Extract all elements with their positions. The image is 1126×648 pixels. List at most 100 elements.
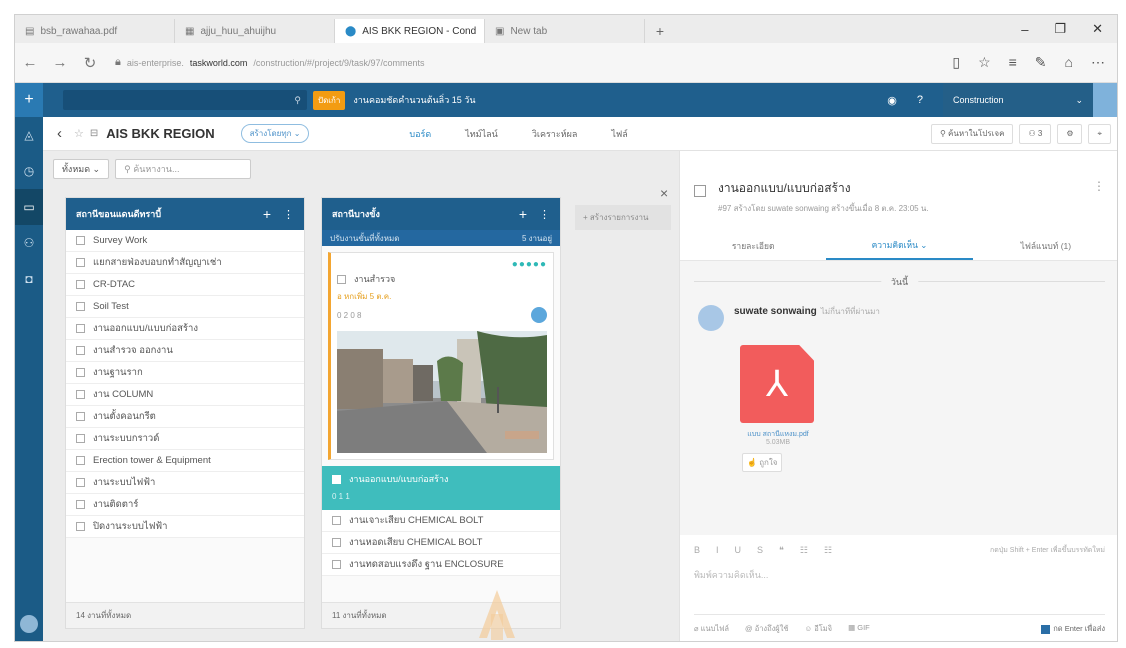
tab-files[interactable]: ไฟล์: [611, 127, 627, 141]
notification-icon[interactable]: ◬: [15, 117, 43, 153]
add-icon[interactable]: +: [15, 83, 43, 117]
members-button[interactable]: ⚇ 3: [1019, 123, 1052, 144]
list-item[interactable]: งานสำรวจ ออกงาน: [66, 340, 304, 362]
reading-view-icon[interactable]: ▯: [952, 54, 960, 71]
task-card[interactable]: ●●●●● งานสำรวจ อ หกเพิ่ม 5 ต.ค. 0 2 0 8: [328, 252, 554, 460]
project-search-button[interactable]: ⚲ ค้นหาในโปรเจค: [930, 123, 1014, 144]
list-item[interactable]: งานหอดเสียบ CHEMICAL BOLT: [322, 532, 560, 554]
notice-text[interactable]: งานคอมชัดคำนวนต้นลิ่ว 15 วัน: [353, 93, 475, 107]
more-icon[interactable]: ⋯: [1091, 54, 1105, 71]
task-checkbox[interactable]: [76, 412, 85, 421]
more-vertical-icon[interactable]: ⋮: [1093, 179, 1105, 215]
tab-board[interactable]: บอร์ด: [409, 127, 431, 141]
task-checkbox[interactable]: [76, 500, 85, 509]
list-item[interactable]: ปิดงานระบบไฟฟ้า: [66, 516, 304, 538]
task-complete-checkbox[interactable]: [694, 185, 706, 197]
task-checkbox[interactable]: [76, 368, 85, 377]
url-field[interactable]: 🔒︎ ais-enterprise. taskworld.com/construc…: [115, 56, 425, 69]
clock-icon[interactable]: ◷: [15, 153, 43, 189]
back-chevron-icon[interactable]: ‹: [57, 125, 62, 142]
enter-to-send-toggle[interactable]: กด Enter เพื่อส่ง: [1041, 623, 1105, 635]
list-item[interactable]: งานออกแบบ/แบบก่อสร้าง: [66, 318, 304, 340]
projects-icon[interactable]: ▭: [15, 189, 43, 225]
browser-tab[interactable]: ▦ ajju_huu_ahuijhu: [175, 19, 335, 43]
more-vertical-icon[interactable]: ⋮: [539, 208, 550, 221]
comment-input[interactable]: พิมพ์ความคิดเห็น...: [680, 566, 1117, 584]
task-checkbox[interactable]: [76, 434, 85, 443]
task-checkbox[interactable]: [76, 478, 85, 487]
task-title[interactable]: งานออกแบบ/แบบก่อสร้าง: [718, 179, 929, 198]
share-icon[interactable]: ⌂: [1065, 54, 1073, 71]
task-checkbox[interactable]: [332, 538, 341, 547]
tab-comments[interactable]: ความคิดเห็น ⌄: [826, 231, 973, 260]
list-title[interactable]: สถานีขอนแดนดีทราบี้: [76, 207, 161, 221]
maximize-button[interactable]: ❐: [1054, 21, 1066, 37]
italic-button[interactable]: I: [716, 545, 719, 556]
task-checkbox[interactable]: [337, 274, 346, 284]
minimize-button[interactable]: –: [1021, 22, 1028, 37]
bullet-list-button[interactable]: ☷: [800, 545, 808, 556]
new-tab-button[interactable]: +: [645, 19, 675, 43]
people-icon[interactable]: ⚇: [15, 225, 43, 261]
task-checkbox[interactable]: [76, 346, 85, 355]
gif-button[interactable]: ▦ GIF: [848, 623, 870, 635]
street-photo[interactable]: [337, 331, 547, 453]
underline-button[interactable]: U: [735, 545, 742, 556]
tab-analytics[interactable]: วิเคราะห์ผล: [532, 127, 578, 141]
back-arrow-icon[interactable]: ←: [15, 54, 45, 71]
avatar[interactable]: [20, 615, 38, 633]
task-checkbox[interactable]: [76, 522, 85, 531]
task-checkbox[interactable]: [332, 516, 341, 525]
global-search-input[interactable]: ⚲: [63, 90, 307, 110]
project-status-pill[interactable]: สร้างโดยทุก ⌄: [240, 124, 310, 143]
favorite-star-icon[interactable]: ☆: [978, 54, 991, 71]
list-item[interactable]: งานระบบกราวด์: [66, 428, 304, 450]
list-item[interactable]: งานติดตาร์: [66, 494, 304, 516]
task-checkbox[interactable]: [332, 474, 341, 484]
commenter-name[interactable]: suwate sonwaing: [734, 306, 817, 317]
notice-badge[interactable]: ปัดเก้า: [313, 90, 346, 110]
refresh-icon[interactable]: ↻: [75, 54, 105, 72]
help-icon[interactable]: ?: [917, 94, 923, 106]
highlighted-task-card[interactable]: งานออกแบบ/แบบก่อสร้าง 0 1 1: [322, 466, 560, 510]
list-item[interactable]: CR-DTAC: [66, 274, 304, 296]
chat-icon[interactable]: ◘: [15, 261, 43, 297]
list-item[interactable]: Erection tower & Equipment: [66, 450, 304, 472]
notes-icon[interactable]: ✎: [1035, 54, 1047, 71]
task-checkbox[interactable]: [76, 390, 85, 399]
browser-tab[interactable]: ▣ New tab: [485, 19, 645, 43]
list-item[interactable]: งานระบบไฟฟ้า: [66, 472, 304, 494]
task-checkbox[interactable]: [76, 302, 85, 311]
task-checkbox[interactable]: [76, 236, 85, 245]
tab-timeline[interactable]: ไทม์ไลน์: [465, 127, 498, 141]
forward-arrow-icon[interactable]: →: [45, 54, 75, 71]
add-list-button[interactable]: + สร้างรายการงาน: [575, 205, 671, 230]
settings-button[interactable]: ⚙: [1057, 123, 1083, 144]
browser-tab-active[interactable]: ⬤AIS BKK REGION - Cond×: [335, 19, 485, 43]
add-task-icon[interactable]: +: [519, 206, 527, 222]
close-window-button[interactable]: ✕: [1092, 21, 1103, 37]
task-checkbox[interactable]: [76, 258, 85, 267]
chat-bubble-icon[interactable]: ◉: [887, 94, 897, 107]
task-checkbox[interactable]: [76, 456, 85, 465]
star-icon[interactable]: ☆: [74, 127, 84, 140]
more-vertical-icon[interactable]: ⋮: [283, 208, 294, 221]
tab-attachments[interactable]: ไฟล์แนบท์ (1): [973, 231, 1117, 260]
list-item[interactable]: งานทดสอบแรงดึง ฐาน ENCLOSURE: [322, 554, 560, 576]
attach-button[interactable]: ⌀ แนบไฟล์: [694, 623, 729, 635]
list-item[interactable]: Soil Test: [66, 296, 304, 318]
bold-button[interactable]: B: [694, 545, 700, 556]
like-button[interactable]: ☝ ถูกใจ: [742, 453, 783, 472]
list-item[interactable]: งานเจาะเสียบ CHEMICAL BOLT: [322, 510, 560, 532]
task-checkbox[interactable]: [76, 280, 85, 289]
list-item[interactable]: Survey Work: [66, 230, 304, 252]
workspace-selector[interactable]: Construction ⌄: [943, 83, 1093, 117]
filter-select[interactable]: ทั้งหมด ⌄: [53, 159, 110, 179]
mention-button[interactable]: @ อ้างถึงผู้ใช้: [745, 623, 788, 635]
list-title[interactable]: สถานีบางขั้ง: [332, 207, 380, 221]
list-item[interactable]: แยกสายฟ่องบอบกทำสัญญาเช่า: [66, 252, 304, 274]
hub-icon[interactable]: ≡: [1009, 54, 1017, 71]
assignee-avatar[interactable]: [531, 307, 547, 323]
list-item[interactable]: งานตั้งคอนกรีต: [66, 406, 304, 428]
close-icon[interactable]: ×: [660, 185, 668, 201]
